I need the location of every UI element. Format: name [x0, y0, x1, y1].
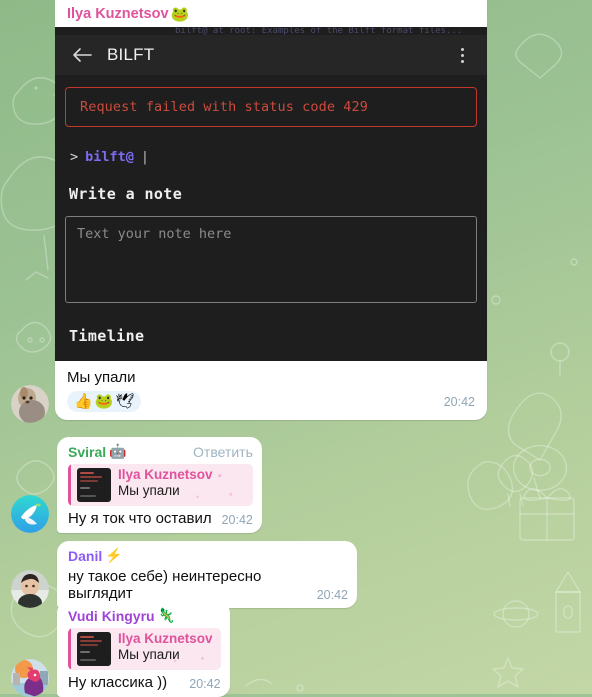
- robot-emoji: 🤖: [109, 443, 127, 459]
- quote-body: Ilya Kuznetsov Мы упали: [118, 628, 221, 670]
- message-sender-name[interactable]: Vudi Kingyru: [68, 608, 155, 624]
- embedded-webapp-screenshot[interactable]: bilft@ at root: Examples of the Bilft fo…: [55, 27, 487, 361]
- reaction-dove-emoji[interactable]: 🕊: [115, 393, 134, 410]
- webapp-body: Request failed with status code 429 > bi…: [55, 75, 487, 361]
- reaction-frog-emoji[interactable]: 🐸: [95, 393, 114, 410]
- message-text: Ну классика )): [68, 674, 168, 691]
- back-arrow-icon[interactable]: [69, 42, 95, 68]
- avatar[interactable]: [11, 385, 49, 423]
- quote-text: Мы упали: [118, 483, 180, 498]
- message-header: Sviral 🤖 Ответить: [68, 443, 253, 460]
- reaction-thumbs-up-emoji[interactable]: 👍: [74, 393, 93, 410]
- prompt-cursor: |: [140, 149, 150, 165]
- app-preview-message[interactable]: Ilya Kuznetsov 🐸 bilft@ at root: Example…: [55, 0, 487, 420]
- telegram-chat: Ilya Kuznetsov 🐸 bilft@ at root: Example…: [0, 0, 592, 697]
- sender-name-text: Ilya Kuznetsov: [67, 6, 169, 22]
- quote-author: Ilya Kuznetsov: [118, 467, 213, 482]
- reply-link[interactable]: Ответить: [179, 444, 253, 460]
- message-sender-name[interactable]: Sviral: [68, 444, 106, 460]
- message-header: Vudi Kingyru 🦎: [68, 607, 221, 624]
- message-row: Sviral 🤖 Ответить Ilya Kuznetsov Мы упал…: [0, 437, 262, 533]
- quote-accent-bar: [68, 464, 71, 506]
- avatar[interactable]: [11, 495, 49, 533]
- message-text-row: ну такое себе) неинтересно выглядит 20:4…: [68, 568, 348, 602]
- message-bubble[interactable]: Danil ⚡ ну такое себе) неинтересно выгля…: [57, 541, 357, 608]
- message-timestamp: 20:42: [221, 513, 253, 527]
- webapp-title: BILFT: [107, 45, 155, 64]
- message-row: Vudi Kingyru 🦎 Ilya Kuznetsov Мы упали Н…: [0, 601, 230, 697]
- note-textarea[interactable]: Text your note here: [65, 216, 477, 303]
- webapp-header: BILFT: [55, 35, 487, 75]
- quote-thumbnail: [77, 468, 111, 502]
- quote-author: Ilya Kuznetsov: [118, 631, 213, 646]
- message-bubble[interactable]: Vudi Kingyru 🦎 Ilya Kuznetsov Мы упали Н…: [57, 601, 230, 697]
- message-sender-name[interactable]: Danil: [68, 548, 102, 564]
- terminal-prompt: > bilft@ |: [65, 149, 477, 165]
- message-timestamp: 20:42: [316, 588, 348, 602]
- pepe-frog-emoji: 🐸: [170, 5, 190, 23]
- quoted-message[interactable]: Ilya Kuznetsov Мы упали: [68, 464, 253, 506]
- message-text: ну такое себе) неинтересно выглядит: [68, 568, 262, 602]
- message-header: Danil ⚡: [68, 547, 348, 564]
- message-sender-name[interactable]: Ilya Kuznetsov 🐸: [55, 0, 487, 27]
- note-placeholder: Text your note here: [77, 226, 232, 242]
- message-text: Ну я ток что оставил: [68, 510, 212, 527]
- message-row: Danil ⚡ ну такое себе) неинтересно выгля…: [0, 541, 357, 608]
- quoted-message[interactable]: Ilya Kuznetsov Мы упали: [68, 628, 221, 670]
- message-bubble[interactable]: Sviral 🤖 Ответить Ilya Kuznetsov Мы упал…: [57, 437, 262, 533]
- message-text-row: Ну классика )) 20:42: [68, 674, 221, 691]
- avatar[interactable]: [11, 659, 49, 697]
- message-timestamp: 20:42: [189, 677, 221, 691]
- timeline-heading: Timeline: [69, 327, 145, 345]
- more-vertical-icon[interactable]: [451, 42, 473, 68]
- lizard-emoji: 🦎: [157, 607, 176, 623]
- prompt-symbol: >: [70, 149, 79, 165]
- prompt-username: bilft@: [85, 149, 134, 165]
- lightning-emoji: ⚡: [105, 547, 123, 563]
- error-text: Request failed with status code 429: [80, 99, 368, 115]
- quote-body: Ilya Kuznetsov Мы упали: [118, 464, 221, 506]
- terminal-ghost-line: bilft@ at root: Examples of the Bilft fo…: [175, 27, 463, 35]
- app-message-avatar-row: [0, 385, 57, 423]
- error-banner: Request failed with status code 429: [65, 87, 477, 127]
- quote-text: Мы упали: [118, 647, 180, 662]
- message-timestamp: 20:42: [443, 394, 475, 409]
- quote-thumbnail: [77, 632, 111, 666]
- app-message-text: Мы упали: [67, 369, 136, 386]
- app-message-footer: 👍 🐸 🕊 20:42: [55, 386, 487, 420]
- quote-accent-bar: [68, 628, 71, 670]
- reactions-pill[interactable]: 👍 🐸 🕊: [67, 391, 142, 412]
- message-text-row: Ну я ток что оставил 20:42: [68, 510, 253, 527]
- write-note-heading: Write a note: [69, 185, 183, 203]
